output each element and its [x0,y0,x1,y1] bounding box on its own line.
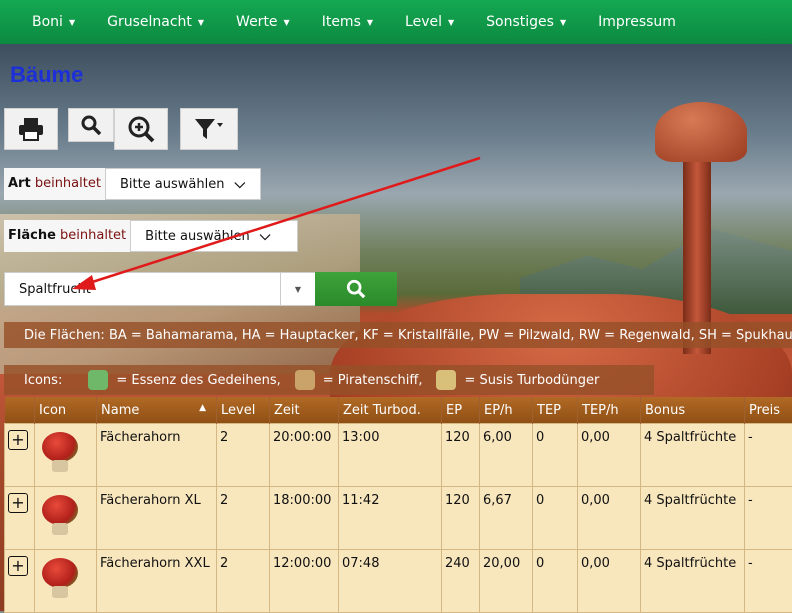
sort-ascending-icon: ▲ [199,403,206,413]
eph-cell: 20,00 [480,550,533,613]
tep-cell: 0 [533,424,578,487]
tep-cell: 0 [533,550,578,613]
tep-cell: 0 [533,487,578,550]
expand-cell: + [5,550,35,613]
legend-text: = Essenz des Gedeihens, [116,373,280,388]
legend-entry: = Piratenschiff, [295,370,423,390]
name-cell: Fächerahorn [97,424,217,487]
table-row: + Fächerahorn XL 2 18:00:00 11:42 120 6,… [5,487,792,550]
column-header[interactable]: TEP/h [578,397,641,424]
legend-text: = Piratenschiff, [323,373,423,388]
teph-cell: 0,00 [578,550,641,613]
column-header[interactable]: Icon [35,397,97,424]
column-header-label: Name [101,403,139,418]
table-header-row: Icon Name ▲ Level Zeit Zeit Turbod. EP EP… [5,397,792,424]
turbo-time-cell: 07:48 [339,550,442,613]
table-row: + Fächerahorn 2 20:00:00 13:00 120 6,00 … [5,424,792,487]
teph-cell: 0,00 [578,487,641,550]
column-header[interactable]: EP/h [480,397,533,424]
column-header[interactable]: Preis [745,397,792,424]
expand-plus-icon[interactable]: + [8,556,28,576]
column-header [5,397,35,424]
tree-icon [38,430,82,474]
icon-cell [35,550,97,613]
column-header[interactable]: EP [442,397,480,424]
name-cell: Fächerahorn XL [97,487,217,550]
legend-text: = Susis Turbodünger [464,373,599,388]
time-cell: 12:00:00 [270,550,339,613]
column-header[interactable]: Bonus [641,397,745,424]
level-cell: 2 [217,550,270,613]
time-cell: 20:00:00 [270,424,339,487]
time-cell: 18:00:00 [270,487,339,550]
bonus-cell: 4 Spaltfrüchte [641,487,745,550]
expand-cell: + [5,487,35,550]
tree-icon [38,493,82,537]
column-header-sorted[interactable]: Name ▲ [97,397,217,424]
table-row: + Fächerahorn XXL 2 12:00:00 07:48 240 2… [5,550,792,613]
price-cell: - [745,550,792,613]
legend-entry: = Essenz des Gedeihens, [88,370,280,390]
column-header[interactable]: Zeit [270,397,339,424]
column-header[interactable]: Zeit Turbod. [339,397,442,424]
essence-icon [88,370,108,390]
icon-cell [35,424,97,487]
price-cell: - [745,487,792,550]
expand-plus-icon[interactable]: + [8,430,28,450]
icon-cell [35,487,97,550]
column-header[interactable]: TEP [533,397,578,424]
expand-plus-icon[interactable]: + [8,493,28,513]
flaechen-info: Die Flächen: BA = Bahamarama, HA = Haupt… [4,322,792,348]
legend-entry: = Susis Turbodünger [436,370,599,390]
ep-cell: 120 [442,424,480,487]
icons-legend-label: Icons: [24,373,62,388]
eph-cell: 6,67 [480,487,533,550]
fertilizer-icon [436,370,456,390]
ep-cell: 120 [442,487,480,550]
level-cell: 2 [217,424,270,487]
turbo-time-cell: 11:42 [339,487,442,550]
teph-cell: 0,00 [578,424,641,487]
icons-legend: Icons: = Essenz des Gedeihens, = Piraten… [4,365,654,395]
turbo-time-cell: 13:00 [339,424,442,487]
bonus-cell: 4 Spaltfrüchte [641,424,745,487]
eph-cell: 6,00 [480,424,533,487]
price-cell: - [745,424,792,487]
ep-cell: 240 [442,550,480,613]
tree-icon [38,556,82,600]
trees-table: Icon Name ▲ Level Zeit Zeit Turbod. EP EP… [4,397,792,613]
expand-cell: + [5,424,35,487]
pirate-ship-icon [295,370,315,390]
name-cell: Fächerahorn XXL [97,550,217,613]
level-cell: 2 [217,487,270,550]
column-header[interactable]: Level [217,397,270,424]
bonus-cell: 4 Spaltfrüchte [641,550,745,613]
